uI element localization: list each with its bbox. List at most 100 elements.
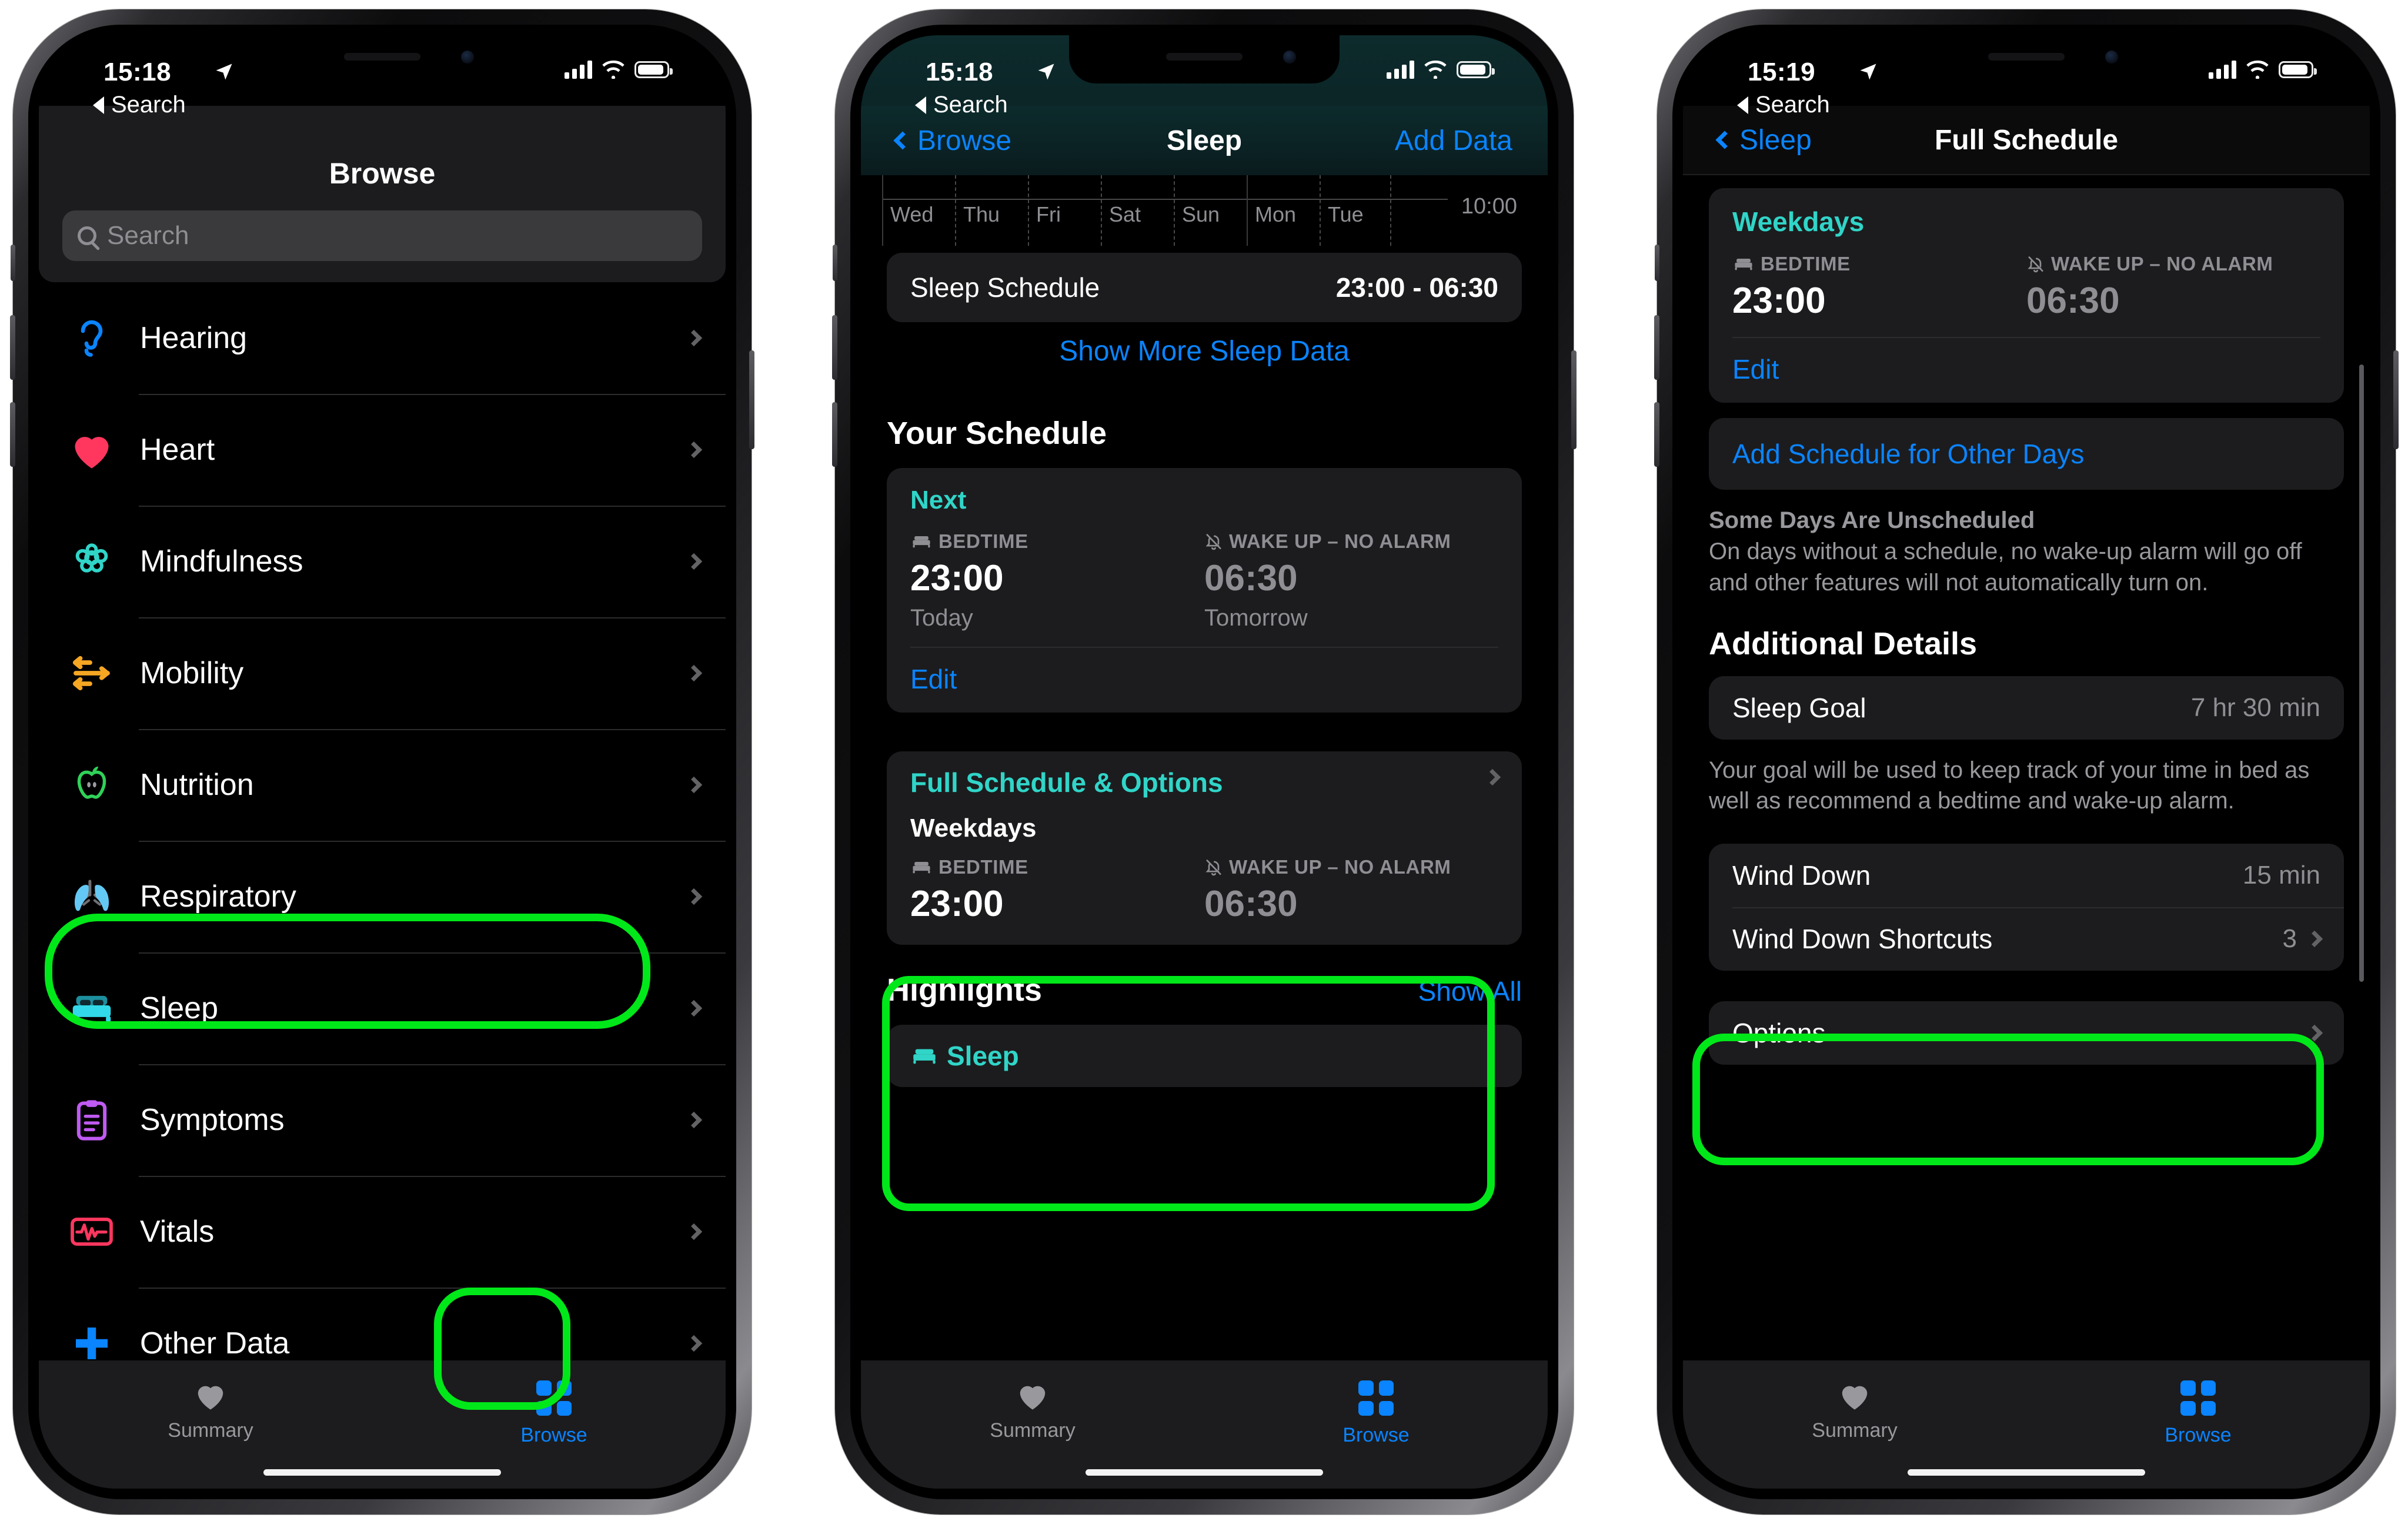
chevron-right-icon [685,888,703,905]
back-to-search-link[interactable]: Search [915,92,1008,118]
list-item-label: Vitals [140,1215,215,1249]
back-to-search-link[interactable]: Search [1737,92,1830,118]
unscheduled-note-title: Some Days Are Unscheduled [1709,507,2035,533]
sleep-chart[interactable]: Wed Thu Fri Sat Sun Mon Tue 10:00 [861,175,1548,246]
sleep-goal-value: 7 hr 30 min [2190,693,2320,722]
bed-icon [913,1049,936,1064]
status-time: 15:18 [926,58,994,86]
home-indicator[interactable] [263,1469,501,1476]
mute-switch[interactable] [833,245,837,281]
list-item-symptoms[interactable]: Symptoms [39,1064,726,1176]
list-item-label: Mindfulness [140,544,303,579]
list-item-hearing[interactable]: Hearing [39,282,726,394]
earpiece-speaker [344,53,420,61]
volume-down-button[interactable] [10,402,15,467]
status-time: 15:18 [103,58,172,86]
chevron-right-icon [685,664,703,682]
mute-switch[interactable] [1655,245,1659,281]
highlight-card-sleep[interactable]: Sleep [887,1025,1522,1087]
wind-down-row[interactable]: Wind Down 15 min [1709,844,2344,907]
vertical-scrollbar[interactable] [2359,365,2364,982]
search-input[interactable]: Search [62,210,702,261]
cellular-bars-icon [1387,60,1414,79]
back-triangle-icon [93,96,104,114]
list-item-label: Hearing [140,321,248,355]
heart-icon [1842,1386,1868,1410]
phone3-screen: 15:19 Search Sleep Full Schedule Weekday… [1683,35,2370,1489]
wake-label-row: WAKE UP – NO ALARM [1204,530,1498,553]
full-schedule-scroll-area[interactable]: Weekdays BEDTIME 23:00 WAKE UP – NO ALAR… [1683,175,2370,1360]
back-app-label: Search [111,92,186,118]
your-schedule-heading: Your Schedule [887,416,1107,451]
power-button[interactable] [2393,350,2399,449]
add-data-button[interactable]: Add Data [1395,125,1512,157]
list-item-label: Heart [140,433,215,467]
wind-down-shortcuts-value: 3 [2282,924,2297,954]
power-button[interactable] [1571,350,1577,449]
nav-back-button[interactable]: Browse [893,125,1011,157]
bedtime-value: 23:00 [910,884,1004,924]
back-app-label: Search [1755,92,1830,118]
home-indicator[interactable] [1908,1469,2145,1476]
edit-weekdays-button[interactable]: Edit [1709,338,2344,403]
chevron-right-icon [2306,931,2323,948]
next-schedule-card[interactable]: Next BEDTIME 23:00 Today WAKE UP – NO AL… [887,468,1522,713]
list-item-respiratory[interactable]: Respiratory [39,841,726,952]
wake-value: 06:30 [1204,558,1298,599]
mobility-icon [65,655,119,691]
phone2-screen: 15:18 Search Browse Sleep Add Data Wed T… [861,35,1548,1489]
chevron-right-icon [2306,1025,2323,1042]
full-schedule-title: Full Schedule & Options [910,767,1223,798]
wind-down-card[interactable]: Wind Down 15 min Wind Down Shortcuts 3 [1709,844,2344,971]
edit-schedule-button[interactable]: Edit [887,648,1522,713]
list-item-heart[interactable]: Heart [39,394,726,506]
list-item-vitals[interactable]: Vitals [39,1176,726,1288]
weekdays-schedule-card[interactable]: Weekdays BEDTIME 23:00 WAKE UP – NO ALAR… [1709,188,2344,403]
back-to-search-link[interactable]: Search [93,92,186,118]
list-item-other-data[interactable]: Other Data [39,1288,726,1360]
earpiece-speaker [1988,53,2065,61]
page-title: Full Schedule [1934,124,2119,156]
wake-block: WAKE UP – NO ALARM 06:30 [1204,856,1498,925]
bell-slash-icon [1205,860,1221,876]
cellular-bars-icon [2209,60,2236,79]
list-item-label: Other Data [140,1326,290,1360]
list-item-sleep[interactable]: Sleep [39,952,726,1064]
back-triangle-icon [1737,96,1748,114]
location-arrow-icon [1858,61,1879,82]
list-item-mobility[interactable]: Mobility [39,617,726,729]
add-schedule-button[interactable]: Add Schedule for Other Days [1709,418,2344,490]
volume-down-button[interactable] [832,402,837,467]
volume-up-button[interactable] [10,315,15,380]
status-indicators [565,60,673,79]
grid-icon [536,1380,572,1416]
volume-up-button[interactable] [832,315,837,380]
nav-back-button[interactable]: Sleep [1715,124,1812,156]
volume-up-button[interactable] [1654,315,1659,380]
volume-down-button[interactable] [1654,402,1659,467]
options-card[interactable]: Options [1709,1001,2344,1065]
show-all-button[interactable]: Show All [1418,975,1522,1007]
wake-value: 06:30 [2026,280,2120,321]
lungs-icon [65,875,119,918]
sleep-schedule-row[interactable]: Sleep Schedule 23:00 - 06:30 [887,253,1522,322]
list-item-mindfulness[interactable]: Mindfulness [39,506,726,617]
browse-header: Browse Search [39,106,726,282]
home-indicator[interactable] [1086,1469,1323,1476]
wind-down-shortcuts-row[interactable]: Wind Down Shortcuts 3 [1709,907,2344,971]
chevron-right-icon [685,776,703,794]
bedtime-label-row: BEDTIME [910,856,1204,878]
browse-list[interactable]: Hearing Heart Mindfulness Mobility Nutri… [39,106,726,1360]
options-row[interactable]: Options [1709,1001,2344,1065]
full-schedule-options-card[interactable]: Full Schedule & Options Weekdays BEDTIME… [887,751,1522,945]
power-button[interactable] [749,350,754,449]
sleep-scroll-area[interactable]: Your Schedule Next BEDTIME 23:00 Today W… [861,388,1548,1360]
tab-label: Browse [1342,1424,1410,1446]
sleep-goal-row[interactable]: Sleep Goal 7 hr 30 min [1709,676,2344,740]
show-more-sleep-data-button[interactable]: Show More Sleep Data [861,335,1548,367]
sleep-goal-card[interactable]: Sleep Goal 7 hr 30 min [1709,676,2344,740]
phone-sleep: 15:18 Search Browse Sleep Add Data Wed T… [832,9,1577,1514]
mute-switch[interactable] [11,245,15,281]
earpiece-speaker [1166,53,1243,61]
list-item-nutrition[interactable]: Nutrition [39,729,726,841]
